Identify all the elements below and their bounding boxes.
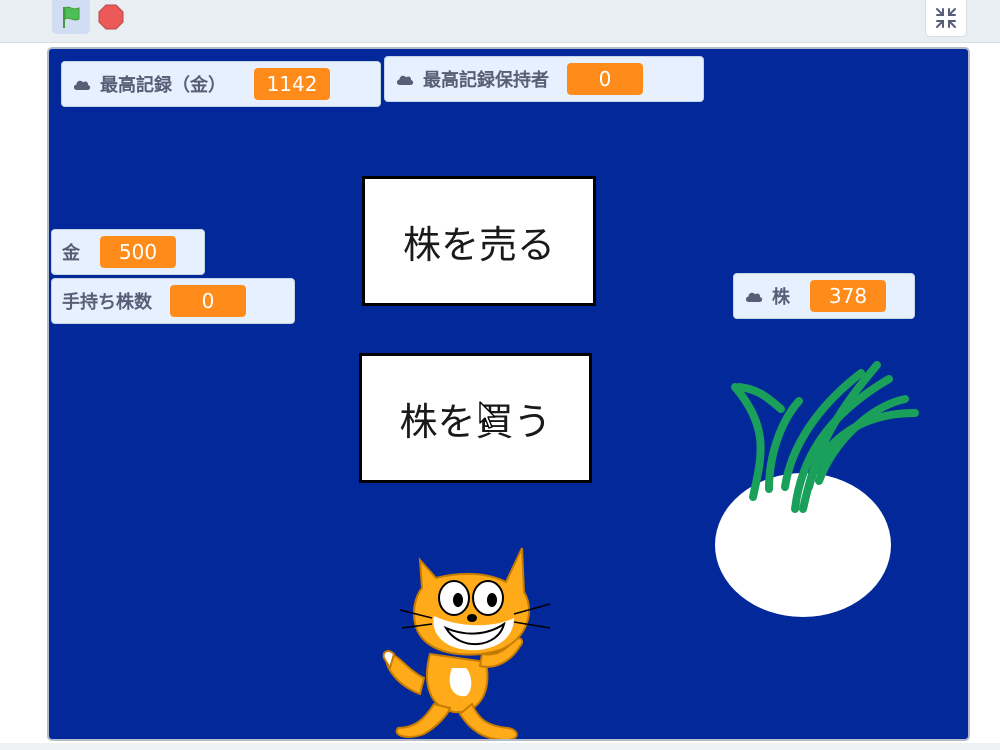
cloud-icon [396, 75, 414, 85]
monitor-record-holder: 最高記録保持者 0 [384, 56, 704, 102]
exit-fullscreen-icon [936, 8, 956, 28]
monitor-value: 0 [567, 63, 643, 95]
sell-stock-label: 株を売る [402, 222, 555, 267]
green-flag-icon [63, 6, 80, 28]
monitor-value: 0 [170, 285, 246, 317]
mouse-cursor-icon [479, 401, 496, 429]
monitor-label: 手持ち株数 [62, 292, 152, 313]
monitor-label: 最高記録保持者 [423, 70, 549, 91]
monitor-stock-price: 株 378 [733, 273, 915, 319]
buy-stock-button[interactable]: 株を買う [359, 353, 592, 483]
scratch-cat-sprite[interactable] [374, 544, 574, 741]
monitor-label: 株 [772, 287, 790, 308]
stop-sign-icon [98, 4, 124, 30]
stage-header [0, 0, 1000, 43]
monitor-value: 378 [810, 280, 886, 312]
monitor-money: 金 500 [51, 229, 205, 275]
cloud-icon [73, 80, 91, 90]
exit-fullscreen-button[interactable] [925, 0, 967, 37]
monitor-shares-held: 手持ち株数 0 [51, 278, 295, 324]
monitor-value: 1142 [254, 68, 330, 100]
monitor-label: 最高記録（金） [100, 75, 226, 96]
turnip-sprite[interactable] [709, 359, 929, 629]
monitor-high-score: 最高記録（金） 1142 [61, 61, 381, 107]
monitor-value: 500 [100, 236, 176, 268]
monitor-label: 金 [62, 243, 80, 264]
sell-stock-button[interactable]: 株を売る [362, 176, 596, 306]
bottom-strip [0, 743, 1000, 750]
green-flag-button[interactable] [52, 0, 90, 34]
cloud-icon [745, 292, 763, 302]
buy-stock-label: 株を買う [399, 399, 552, 444]
stage[interactable]: 最高記録（金） 1142 最高記録保持者 0 金 500 手持ち株数 0 株 3… [47, 47, 970, 741]
stop-button[interactable] [96, 2, 126, 32]
